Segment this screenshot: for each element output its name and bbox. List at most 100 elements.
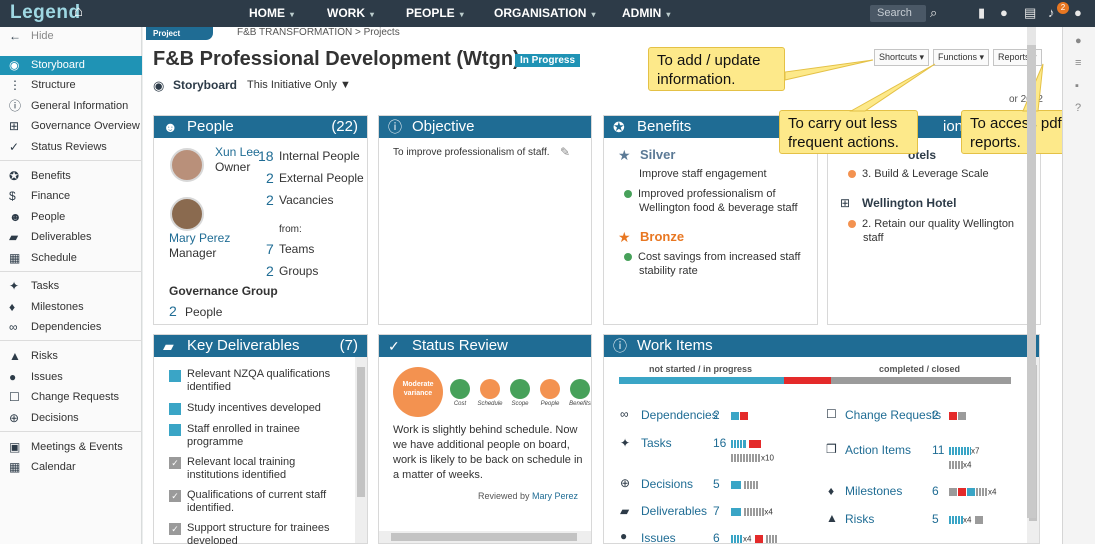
sidebar-item-benefits[interactable]: ✪ Benefits — [0, 167, 142, 186]
deliverable-item[interactable]: Relevant NZQA qualifications identified — [187, 368, 337, 394]
deliverable-item[interactable]: Qualifications of current staff identifi… — [187, 489, 337, 515]
status-dimension-schedule[interactable] — [480, 379, 500, 399]
sidebar-item-decisions[interactable]: ⊕ Decisions — [0, 409, 142, 428]
work-milestones[interactable]: Milestones — [845, 484, 902, 498]
action-items-count[interactable]: 11 — [932, 443, 944, 457]
deliverable-item[interactable]: Study incentives developed — [187, 402, 337, 415]
breadcrumb[interactable]: F&B TRANSFORMATION > Projects — [237, 27, 400, 38]
help-icon[interactable]: ? — [1075, 102, 1081, 114]
change-requests-count[interactable]: 2 — [932, 408, 939, 422]
document-icon[interactable]: ▤ — [1024, 5, 1036, 21]
nav-home[interactable]: HOME ▾ — [249, 6, 294, 20]
silver-benefit-1[interactable]: Improve staff engagement — [639, 168, 767, 180]
external-count[interactable]: 2 — [266, 170, 274, 186]
work-risks[interactable]: Risks — [845, 512, 874, 526]
user-icon[interactable]: ● — [1074, 5, 1082, 20]
comment-icon[interactable]: ● — [1075, 35, 1082, 47]
sidebar-item-general-information[interactable]: ⓘ General Information — [0, 97, 142, 116]
status-dot — [624, 253, 632, 262]
nav-organisation[interactable]: ORGANISATION ▾ — [494, 6, 595, 20]
sidebar-item-governance-overview[interactable]: ⊞ Governance Overview — [0, 117, 142, 136]
deliverables-count[interactable]: 7 — [713, 504, 720, 518]
sidebar-item-tasks[interactable]: ✦ Tasks — [0, 277, 142, 296]
silver-benefit-2[interactable]: Improved professionalism of Wellington f… — [624, 187, 804, 215]
list-icon[interactable]: ≡ — [1075, 57, 1081, 69]
status-dimension-people[interactable] — [540, 379, 560, 399]
internal-count[interactable]: 18 — [258, 148, 274, 164]
sidebar-item-status-reviews[interactable]: ✓ Status Reviews — [0, 138, 142, 157]
pencil-icon[interactable]: ✎ — [560, 145, 570, 159]
sidebar-item-finance[interactable]: $ Finance — [0, 187, 142, 206]
owner-name[interactable]: Xun Lee — [215, 145, 260, 159]
work-action-items[interactable]: Action Items — [845, 443, 911, 457]
page-scroll-thumb[interactable] — [1027, 45, 1036, 518]
governance-count[interactable]: 2 — [169, 303, 177, 319]
sidebar-item-change-requests[interactable]: ☐ Change Requests — [0, 388, 142, 407]
work-issues[interactable]: Issues — [641, 531, 676, 544]
sidebar-item-issues[interactable]: ● Issues — [0, 368, 142, 387]
sidebar-item-calendar[interactable]: ▦ Calendar — [0, 458, 142, 477]
deliverable-item[interactable]: Support structure for trainees developed — [187, 522, 337, 544]
sidebar-item-structure[interactable]: ⋮ Structure — [0, 76, 142, 95]
risks-count[interactable]: 5 — [932, 512, 939, 526]
teams-count[interactable]: 7 — [266, 241, 274, 257]
people-icon: ☻ — [9, 210, 22, 224]
deliverable-item[interactable]: Relevant local training institutions ide… — [187, 456, 337, 482]
sidebar-item-meetings-events[interactable]: ▣ Meetings & Events — [0, 438, 142, 457]
nav-people[interactable]: PEOPLE ▾ — [406, 6, 464, 20]
dependencies-count[interactable]: 2 — [713, 408, 720, 422]
tasks-count[interactable]: 16 — [713, 436, 726, 450]
sidebar-hide[interactable]: ← Hide — [0, 27, 142, 46]
sidebar-item-deliverables[interactable]: ▰ Deliverables — [0, 228, 142, 247]
hotel-name[interactable]: Wellington Hotel — [862, 196, 956, 210]
decision-icon: ⊕ — [620, 476, 631, 490]
avatar-xun-lee[interactable] — [170, 148, 204, 182]
milestones-count[interactable]: 6 — [932, 484, 939, 498]
status-scroll-thumb[interactable] — [391, 533, 577, 541]
nav-work[interactable]: WORK ▾ — [327, 6, 374, 20]
deliverables-scroll-thumb[interactable] — [357, 367, 365, 497]
sidebar-item-milestones[interactable]: ♦ Milestones — [0, 298, 142, 317]
status-dimension-scope[interactable] — [510, 379, 530, 399]
home-icon[interactable]: ⌂ — [74, 3, 83, 20]
deliverable-item[interactable]: Staff enrolled in trainee programme — [187, 423, 337, 449]
work-change-requests[interactable]: Change Requests — [845, 408, 941, 423]
groups-count[interactable]: 2 — [266, 263, 274, 279]
internal-label: Internal People — [279, 149, 360, 163]
status-badge: In Progress — [515, 54, 581, 67]
issues-count[interactable]: 6 — [713, 531, 720, 544]
work-tasks[interactable]: Tasks — [641, 436, 672, 450]
reviewer-link[interactable]: Mary Perez — [532, 491, 578, 501]
deliverable-checkbox[interactable]: ✓ — [169, 523, 181, 535]
contribution-item-1[interactable]: 3. Build & Leverage Scale — [848, 168, 989, 180]
sidebar-item-schedule[interactable]: ▦ Schedule — [0, 249, 142, 268]
search-input[interactable]: Search — [870, 5, 926, 22]
bell-icon[interactable]: ♪ — [1048, 5, 1055, 20]
bronze-benefit-1[interactable]: Cost savings from increased staff stabil… — [624, 250, 804, 278]
deliverable-checkbox[interactable]: ✓ — [169, 490, 181, 502]
work-deliverables[interactable]: Deliverables — [641, 504, 707, 518]
manager-name[interactable]: Mary Perez — [169, 231, 230, 245]
progress-in-progress — [619, 377, 784, 384]
status-dimension-benefits[interactable] — [570, 379, 590, 399]
deliverable-checkbox[interactable]: ✓ — [169, 457, 181, 469]
search-icon[interactable]: ⌕ — [930, 5, 937, 21]
info-icon: ⓘ — [613, 338, 627, 354]
lock-icon[interactable]: ▪ — [1075, 80, 1079, 92]
work-dependencies[interactable]: Dependencies — [641, 408, 718, 422]
status-dimension-cost[interactable] — [450, 379, 470, 399]
sidebar-item-storyboard[interactable]: ◉ Storyboard — [0, 56, 142, 75]
work-decisions[interactable]: Decisions — [641, 477, 693, 491]
sidebar-item-risks[interactable]: ▲ Risks — [0, 347, 142, 366]
nav-admin[interactable]: ADMIN ▾ — [622, 6, 670, 20]
avatar-mary-perez[interactable] — [170, 197, 204, 231]
vacancies-count[interactable]: 2 — [266, 192, 274, 208]
sidebar-item-people[interactable]: ☻ People — [0, 208, 142, 227]
sidebar-item-dependencies[interactable]: ∞ Dependencies — [0, 318, 142, 337]
contribution-item-2[interactable]: 2. Retain our quality Wellington staff — [848, 217, 1033, 245]
decisions-count[interactable]: 5 — [713, 477, 720, 491]
bookmark-icon[interactable]: ▮ — [978, 5, 985, 21]
initiative-select[interactable]: This Initiative Only ▼ — [247, 79, 351, 91]
chat-icon[interactable]: ● — [1000, 5, 1008, 20]
deliverables-bars: x4 — [731, 504, 773, 518]
